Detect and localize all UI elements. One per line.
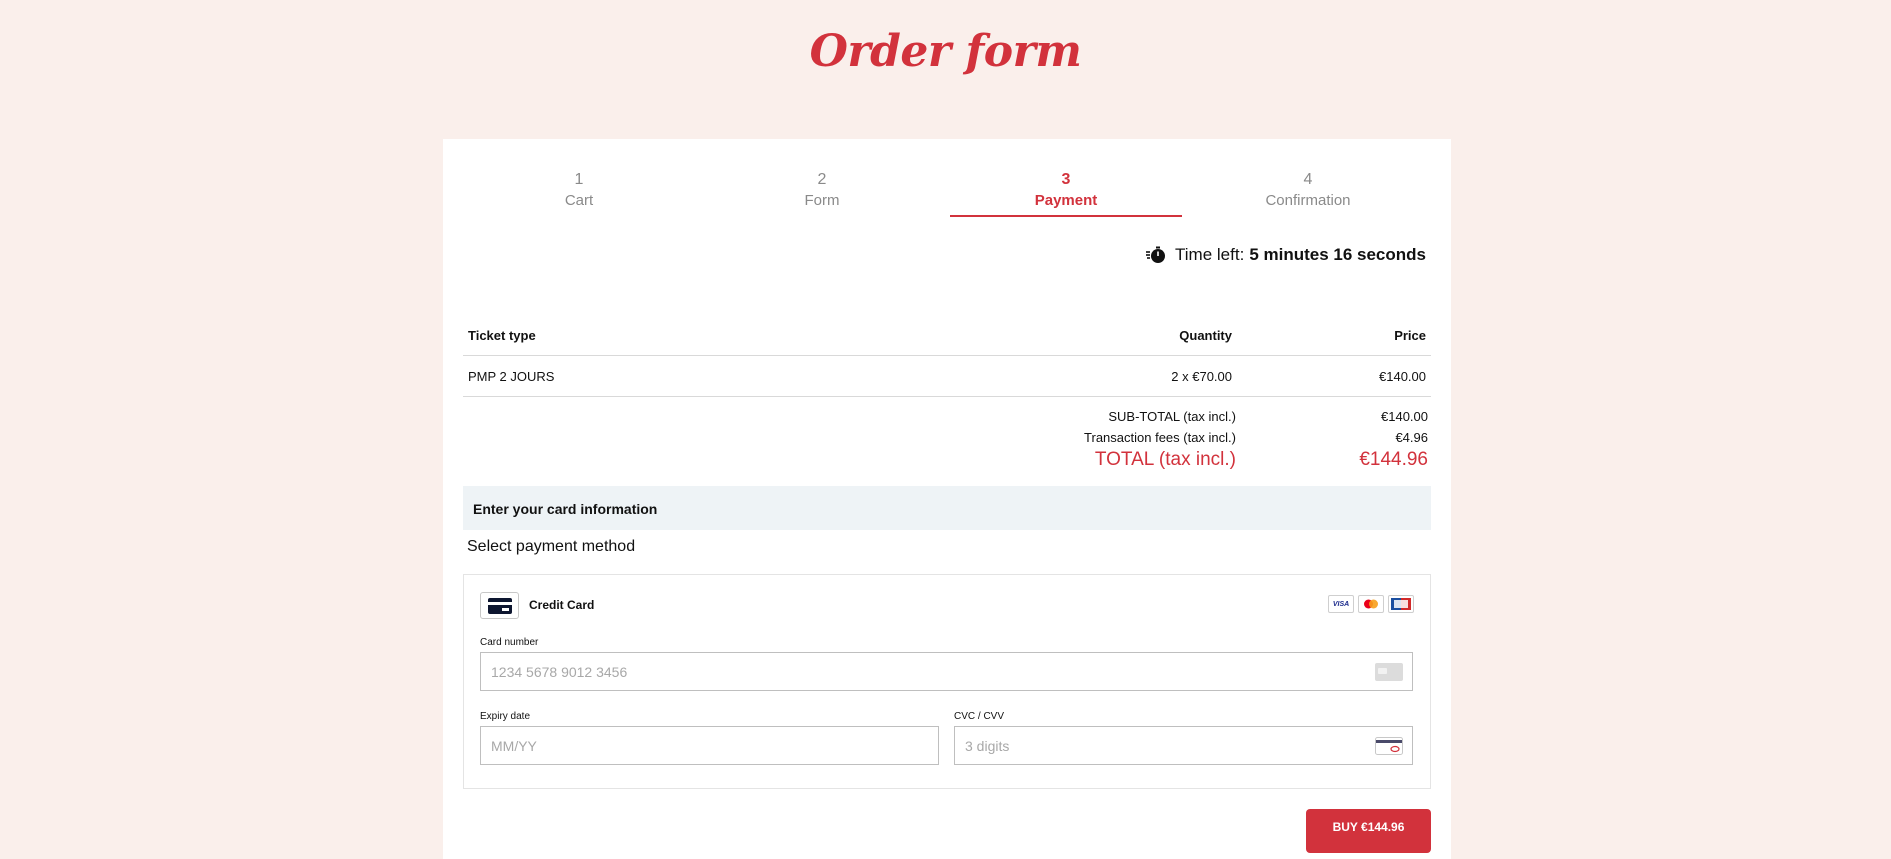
time-left-label: Time left: bbox=[1175, 245, 1245, 264]
header-ticket-type: Ticket type bbox=[468, 328, 536, 343]
stopwatch-icon bbox=[1146, 246, 1166, 263]
cvc-input[interactable] bbox=[963, 737, 1333, 755]
cvc-field[interactable] bbox=[954, 726, 1413, 765]
subtotal-label: SUB-TOTAL (tax incl.) bbox=[1108, 409, 1236, 424]
time-left-value: 5 minutes 16 seconds bbox=[1249, 245, 1426, 264]
expiry-label: Expiry date bbox=[480, 711, 531, 722]
mastercard-icon bbox=[1358, 595, 1384, 613]
page-title: Order form bbox=[809, 26, 1082, 77]
ticket-quantity: 2 x €70.00 bbox=[1171, 369, 1232, 384]
expiry-field[interactable] bbox=[480, 726, 939, 765]
card-info-title: Enter your card information bbox=[473, 501, 658, 517]
cvc-card-icon bbox=[1375, 737, 1403, 755]
header-quantity: Quantity bbox=[1179, 328, 1232, 343]
order-summary: SUB-TOTAL (tax incl.) €140.00 Transactio… bbox=[463, 405, 1431, 473]
expiry-input[interactable] bbox=[489, 737, 859, 755]
table-header: Ticket type Quantity Price bbox=[463, 315, 1431, 356]
step-form: 2 Form bbox=[706, 170, 938, 216]
subtotal-value: €140.00 bbox=[1381, 409, 1428, 424]
time-left: Time left: 5 minutes 16 seconds bbox=[1146, 245, 1426, 265]
card-number-input[interactable] bbox=[489, 663, 1238, 681]
credit-card-icon bbox=[487, 597, 512, 614]
step-number: 1 bbox=[574, 171, 584, 188]
step-confirmation: 4 Confirmation bbox=[1192, 170, 1424, 216]
buy-button[interactable]: BUY €144.96 bbox=[1306, 809, 1431, 853]
credit-card-label: Credit Card bbox=[529, 598, 595, 612]
visa-icon: VISA bbox=[1328, 595, 1354, 613]
card-number-label: Card number bbox=[480, 637, 539, 648]
cb-icon bbox=[1388, 595, 1414, 613]
step-label: Confirmation bbox=[1265, 192, 1351, 209]
card-placeholder-icon bbox=[1375, 663, 1403, 681]
step-number: 2 bbox=[817, 171, 827, 188]
visa-label: VISA bbox=[1332, 600, 1350, 608]
step-label: Payment bbox=[1034, 192, 1098, 209]
ticket-price: €140.00 bbox=[1379, 369, 1426, 384]
table-row: PMP 2 JOURS 2 x €70.00 €140.00 bbox=[463, 356, 1431, 397]
payment-method-box: Credit Card VISA Card number 1234 5678 9… bbox=[463, 574, 1431, 789]
step-label: Cart bbox=[564, 192, 594, 209]
header-price: Price bbox=[1394, 328, 1426, 343]
ticket-table: Ticket type Quantity Price PMP 2 JOURS 2… bbox=[463, 315, 1431, 397]
step-label: Form bbox=[804, 192, 840, 209]
fees-label: Transaction fees (tax incl.) bbox=[1084, 430, 1236, 445]
order-card: 1 Cart 2 Form 3 Payment 4 Confirmation T… bbox=[443, 139, 1451, 859]
step-number: 4 bbox=[1303, 171, 1313, 188]
step-number: 3 bbox=[1061, 171, 1071, 188]
cvc-label: CVC / CVV bbox=[954, 711, 1005, 722]
fees-value: €4.96 bbox=[1395, 430, 1428, 445]
total-value: €144.96 bbox=[1359, 449, 1428, 470]
card-number-field[interactable] bbox=[480, 652, 1413, 691]
step-payment: 3 Payment bbox=[950, 170, 1182, 217]
select-payment-label: Select payment method bbox=[467, 538, 636, 555]
total-label: TOTAL (tax incl.) bbox=[1094, 449, 1236, 470]
credit-card-option[interactable] bbox=[480, 592, 519, 619]
card-info-heading: Enter your card information bbox=[463, 486, 1431, 530]
step-cart: 1 Cart bbox=[463, 170, 695, 216]
card-brands: VISA bbox=[1328, 595, 1414, 613]
progress-steps: 1 Cart 2 Form 3 Payment 4 Confirmation bbox=[463, 170, 1431, 217]
ticket-name: PMP 2 JOURS bbox=[468, 369, 555, 384]
